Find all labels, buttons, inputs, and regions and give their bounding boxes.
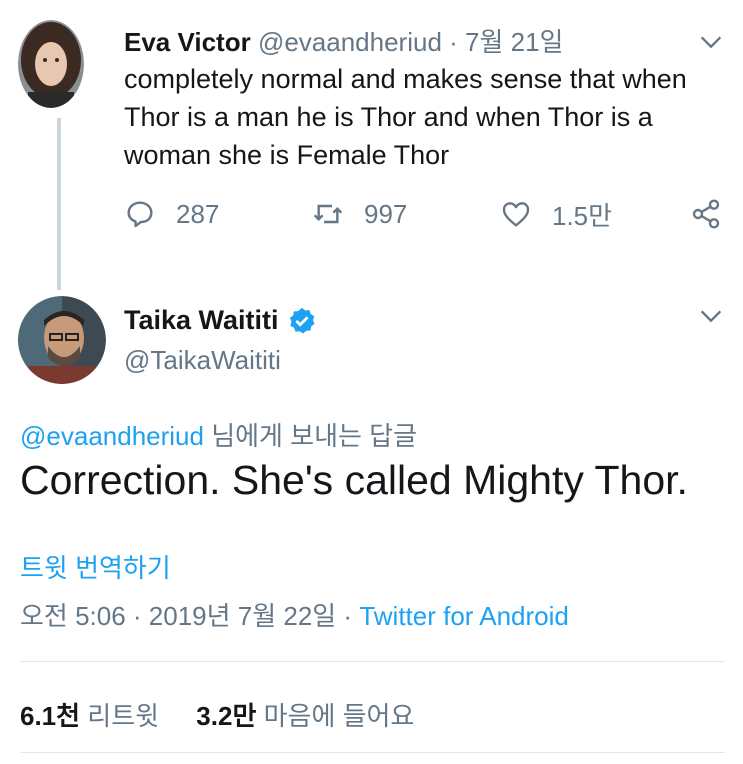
retweet-icon xyxy=(313,204,343,224)
author-handle[interactable]: @TaikaWaititi xyxy=(124,345,281,376)
author-name[interactable]: Eva Victor xyxy=(124,27,251,57)
likes-count: 3.2만 xyxy=(196,701,257,731)
share-button[interactable] xyxy=(690,194,722,234)
chevron-down-icon[interactable] xyxy=(697,302,725,330)
reply-count: 287 xyxy=(176,198,220,229)
thread-connector-line xyxy=(57,118,61,290)
replying-to: @evaandheriud 님에게 보내는 답글 xyxy=(20,416,417,453)
likes-stat[interactable]: 3.2만 마음에 들어요 xyxy=(196,701,414,731)
retweets-label: 리트윗 xyxy=(80,701,160,731)
divider xyxy=(20,661,725,662)
tweet-metadata: 오전 5:06 · 2019년 7월 22일 · Twitter for And… xyxy=(20,596,569,633)
chevron-down-icon[interactable] xyxy=(697,28,725,56)
divider xyxy=(20,752,725,753)
tweet-timestamp: 오전 5:06 · 2019년 7월 22일 · xyxy=(20,601,360,631)
parent-tweet-text: completely normal and makes sense that w… xyxy=(124,64,687,170)
main-tweet-text: Correction. She's called Mighty Thor. xyxy=(20,457,688,503)
tweet-date[interactable]: 7월 21일 xyxy=(465,27,563,57)
like-count: 1.5만 xyxy=(552,200,613,231)
retweet-button[interactable]: 997 xyxy=(312,194,407,234)
reply-icon xyxy=(127,201,153,228)
likes-label: 마음에 들어요 xyxy=(256,701,415,731)
author-handle[interactable]: @evaandheriud xyxy=(258,27,442,57)
avatar-taika-waititi[interactable] xyxy=(18,296,106,384)
main-tweet-author: Taika Waititi xyxy=(124,305,317,336)
verified-badge-icon xyxy=(289,307,315,333)
retweets-stat[interactable]: 6.1천 리트윗 xyxy=(20,701,159,731)
tweet-stats: 6.1천 리트윗 3.2만 마음에 들어요 xyxy=(20,696,444,733)
avatar-eva-victor[interactable] xyxy=(18,20,84,108)
author-name[interactable]: Taika Waititi xyxy=(124,305,279,336)
tweet-thread: Eva Victor @evaandheriud · 7월 21일 comple… xyxy=(0,0,743,764)
tweet-source-link[interactable]: Twitter for Android xyxy=(359,601,569,631)
tweet-actions: 287 997 1.5만 xyxy=(124,194,724,234)
like-icon xyxy=(502,202,530,227)
share-icon xyxy=(692,199,720,229)
reply-to-label: 님에게 보내는 답글 xyxy=(203,421,417,451)
reply-button[interactable]: 287 xyxy=(124,194,219,234)
separator: · xyxy=(441,27,466,57)
reply-to-handle[interactable]: @evaandheriud xyxy=(20,421,204,451)
translate-tweet-link[interactable]: 트윗 번역하기 xyxy=(20,548,171,585)
like-button[interactable]: 1.5만 xyxy=(500,194,612,234)
parent-tweet-header: Eva Victor @evaandheriud · 7월 21일 xyxy=(124,22,563,59)
retweets-count: 6.1천 xyxy=(20,701,81,731)
retweet-count: 997 xyxy=(364,198,408,229)
